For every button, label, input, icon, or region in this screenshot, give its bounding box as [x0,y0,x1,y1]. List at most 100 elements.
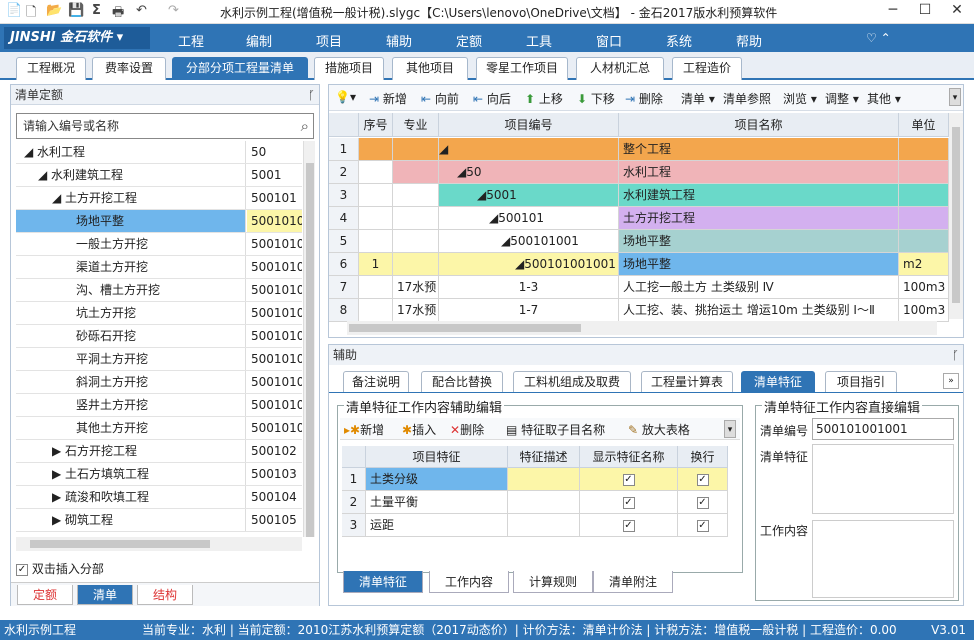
tab-project-guide[interactable]: 项目指引 [825,371,897,392]
browse-dropdown[interactable]: 浏览 ▾ [783,90,817,107]
menu-quota[interactable]: 定额 [456,31,482,50]
tree-row[interactable]: 沟、槽土方开挖 5001010 [16,279,302,302]
menu-assist[interactable]: 辅助 [386,31,412,50]
tab-fee-settings[interactable]: 费率设置 [92,57,166,80]
menu-items[interactable]: 项目 [316,31,342,50]
grid-cell-seq[interactable] [359,230,393,253]
grid-cell-code[interactable]: ◢500101 [439,207,619,230]
tab-footer-work-content[interactable]: 工作内容 [429,571,509,593]
search-input[interactable]: 请输入编号或名称 ⌕ [16,113,314,139]
feature-cell-wrap[interactable]: ✓ [678,468,728,491]
grid-cell-seq[interactable] [359,161,393,184]
double-click-insert-option[interactable]: ✓ 双击插入分部 [16,559,104,579]
tab-project-cost[interactable]: 工程造价 [672,57,742,80]
grid-cell-unit[interactable] [899,138,949,161]
tab-resource-composition[interactable]: 工料机组成及取费 [513,371,631,392]
grid-cell-seq[interactable] [359,299,393,322]
ribbon-toggle-icon[interactable]: ♡ ⌃ [866,31,891,45]
grid-cell-code[interactable]: ◢50 [439,161,619,184]
grid-cell-name[interactable]: 人工挖一般土方 土类级别 Ⅳ [619,276,899,299]
grid-cell-seq[interactable] [359,276,393,299]
tree-row[interactable]: ▶ 疏浚和吹填工程 500104 [16,486,302,509]
tab-bill[interactable]: 清单 [77,585,133,605]
tree-row[interactable]: 渠道土方开挖 5001010 [16,256,302,279]
tree-row[interactable]: 一般土方开挖 5001010 [16,233,302,256]
feature-cell-show[interactable]: ✓ [580,514,678,537]
tabs-overflow-icon[interactable]: » [943,373,959,389]
grid-cell-no[interactable]: 8 [329,299,359,322]
checkbox-icon[interactable]: ✓ [16,563,28,576]
tab-other-items[interactable]: 其他项目 [392,57,468,80]
menu-tools[interactable]: 工具 [526,31,552,50]
maximize-button[interactable]: ☐ [910,2,940,22]
bill-reference-button[interactable]: 清单参照 [723,90,771,107]
grid-cell-major[interactable]: 17水预 [393,299,439,322]
feature-cell-desc[interactable] [508,491,580,514]
tab-resource-summary[interactable]: 人材机汇总 [576,57,664,80]
tab-bill-of-quantities[interactable]: 分部分项工程量清单 [172,57,308,80]
list-code-input[interactable]: 500101001001 [812,418,954,440]
grid-cell-unit[interactable] [899,207,949,230]
redo-icon[interactable]: ↷ [168,3,179,18]
tab-bill-features[interactable]: 清单特征 [741,371,815,392]
grid-cell-major[interactable] [393,253,439,276]
feature-toolbar-overflow-icon[interactable]: ▾ [724,420,736,438]
work-content-textarea[interactable] [812,520,954,598]
tab-measures[interactable]: 措施项目 [314,57,384,80]
feature-cell-show[interactable]: ✓ [580,468,678,491]
feature-checkbox[interactable]: ✓ [696,496,709,509]
grid-cell-major[interactable]: 17水预 [393,276,439,299]
tree-row[interactable]: ◢ 水利工程 50 [16,141,302,164]
grid-cell-name[interactable]: 场地平整 [619,230,899,253]
grid-cell-unit[interactable]: 100m3 [899,299,949,322]
grid-cell-major[interactable] [393,184,439,207]
tree-row[interactable]: 场地平整 5001010 [16,210,302,233]
move-backward-button[interactable]: ⇤ 向后 [473,90,511,107]
tab-footer-calc-rules[interactable]: 计算规则 [513,571,593,593]
bill-dropdown[interactable]: 清单 ▾ [681,90,715,107]
feature-cell-no[interactable]: 1 [342,468,366,491]
tree-row[interactable]: 平洞土方开挖 5001010 [16,348,302,371]
grid-cell-major[interactable] [393,161,439,184]
grid-vertical-scrollbar[interactable] [949,113,963,319]
tree-row[interactable]: 竖井土方开挖 5001010 [16,394,302,417]
pin-icon[interactable]: ᚵ [308,85,315,105]
tab-remarks[interactable]: 备注说明 [343,371,409,392]
feature-checkbox[interactable]: ✓ [696,473,709,486]
tab-project-overview[interactable]: 工程概况 [16,57,86,80]
sigma-icon[interactable]: Σ [92,3,101,18]
grid-cell-unit[interactable]: 100m3 [899,276,949,299]
feature-checkbox[interactable]: ✓ [622,496,635,509]
grid-cell-major[interactable] [393,207,439,230]
feature-cell-name[interactable]: 土量平衡 [366,491,508,514]
grid-cell-major[interactable] [393,230,439,253]
move-forward-button[interactable]: ⇤ 向前 [421,90,459,107]
tab-structure[interactable]: 结构 [137,585,193,605]
feature-take-name-button[interactable]: ▤ 特征取子目名称 [506,421,605,438]
feature-checkbox[interactable]: ✓ [622,519,635,532]
minimize-button[interactable]: ─ [878,2,908,22]
grid-cell-name[interactable]: 水利建筑工程 [619,184,899,207]
menu-project-info[interactable]: 工程 [178,31,204,50]
open-folder-icon[interactable]: 📂 [46,3,62,18]
grid-cell-no[interactable]: 5 [329,230,359,253]
grid-cell-no[interactable]: 3 [329,184,359,207]
grid-cell-code[interactable]: ◢5001 [439,184,619,207]
assist-pin-icon[interactable]: ᚵ [952,345,959,365]
feature-cell-no[interactable]: 2 [342,491,366,514]
grid-cell-no[interactable]: 7 [329,276,359,299]
delete-button[interactable]: ⇥ 删除 [625,90,663,107]
tree-row[interactable]: ◢ 土方开挖工程 500101 [16,187,302,210]
feature-cell-desc[interactable] [508,468,580,491]
tree-horizontal-scrollbar[interactable] [16,537,302,551]
grid-cell-name[interactable]: 水利工程 [619,161,899,184]
print-icon[interactable]: 🖶 [112,3,124,25]
tree-row[interactable]: ▶ 砌筑工程 500105 [16,509,302,532]
grid-cell-code[interactable]: ◢500101001 [439,230,619,253]
feature-cell-desc[interactable] [508,514,580,537]
feature-cell-no[interactable]: 3 [342,514,366,537]
feature-delete-button[interactable]: ✕删除 [450,421,484,438]
menu-window[interactable]: 窗口 [596,31,622,50]
grid-cell-major[interactable] [393,138,439,161]
tab-quota[interactable]: 定额 [17,585,73,605]
